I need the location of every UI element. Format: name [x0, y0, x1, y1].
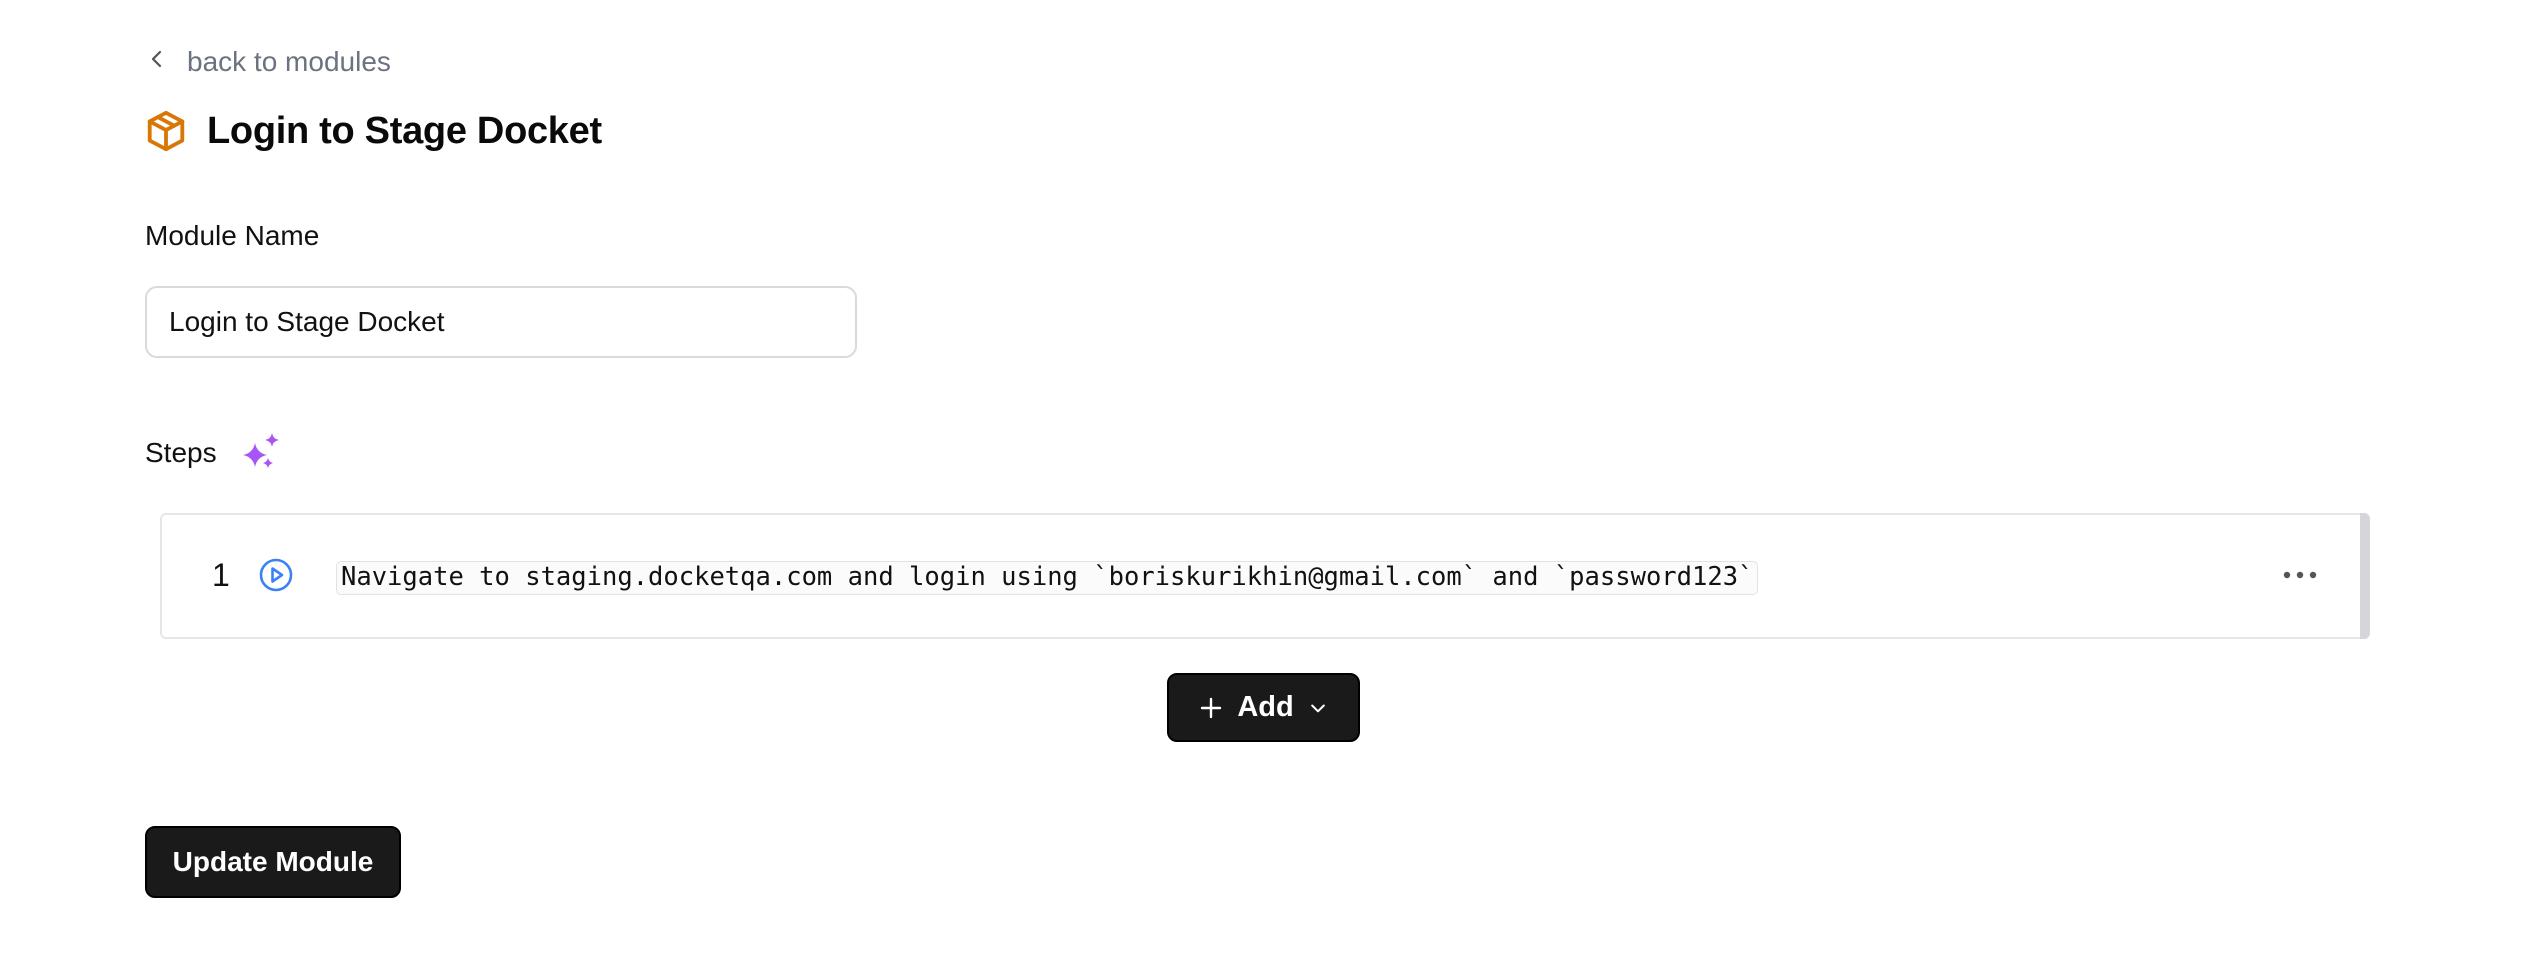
steps-label: Steps: [145, 437, 217, 468]
more-horizontal-icon[interactable]: [2278, 559, 2322, 591]
package-icon: [143, 108, 189, 154]
chevron-down-icon: [1308, 698, 1328, 718]
play-circle-icon[interactable]: [258, 557, 294, 593]
module-name-input[interactable]: [145, 286, 857, 358]
step-item[interactable]: 1 Navigate to staging.docketqa.com and l…: [160, 513, 2370, 639]
page-header: Login to Stage Docket: [143, 104, 602, 158]
add-step-button[interactable]: Add: [1167, 673, 1360, 742]
page-title: Login to Stage Docket: [207, 109, 602, 152]
back-to-modules-link[interactable]: back to modules: [145, 42, 391, 82]
step-number: 1: [212, 557, 230, 593]
chevron-left-icon: [145, 46, 169, 78]
update-module-button[interactable]: Update Module: [145, 826, 401, 898]
add-button-label: Add: [1237, 691, 1294, 723]
steps-header: Steps: [145, 430, 285, 476]
back-link-label: back to modules: [187, 46, 391, 77]
module-name-label: Module Name: [145, 220, 320, 251]
step-instruction-text[interactable]: Navigate to staging.docketqa.com and log…: [336, 561, 1759, 595]
module-editor-page: back to modules Login to Stage Docket Mo…: [0, 0, 2524, 966]
plus-icon: [1199, 696, 1223, 720]
sparkles-icon[interactable]: [241, 431, 285, 475]
step-scrollbar[interactable]: [2360, 513, 2370, 639]
